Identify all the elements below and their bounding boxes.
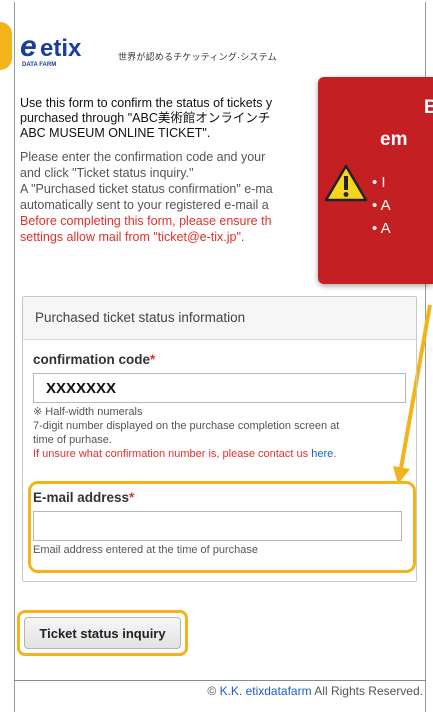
footer-copyright: © K.K. etixdatafarm All Rights Reserved. xyxy=(207,684,423,698)
intro-line: purchased through "ABC美術館オンラインチ xyxy=(20,111,271,125)
mail-settings-warning: Before completing this form, please ensu… xyxy=(20,214,272,228)
warning-triangle-icon xyxy=(324,164,368,202)
callout-bullet: I xyxy=(372,171,391,194)
confirmation-code-label-text: confirmation code xyxy=(33,352,151,367)
logo-subtext: DATA FARM xyxy=(22,62,56,68)
svg-text:e: e xyxy=(20,30,37,63)
confirmation-code-input[interactable] xyxy=(33,373,406,403)
instruction-line: Please enter the confirmation code and y… xyxy=(20,150,266,164)
logo-wordmark: etix xyxy=(40,35,82,62)
corner-highlight-badge xyxy=(0,22,12,70)
submit-highlight-box: Ticket status inquiry xyxy=(17,610,188,656)
intro-line: Use this form to confirm the status of t… xyxy=(20,96,273,110)
company-link[interactable]: K.K. etixdatafarm xyxy=(220,684,312,698)
code-help-description: 7-digit number displayed on the purchase… xyxy=(33,420,340,432)
ticket-status-inquiry-button[interactable]: Ticket status inquiry xyxy=(24,617,181,649)
code-help-contact-text: If unsure what confirmation number is, p… xyxy=(33,448,312,460)
code-help-contact-suffix: . xyxy=(333,448,337,460)
callout-title: em xyxy=(380,129,408,150)
warning-callout: B em I A A xyxy=(318,77,433,284)
email-highlight-box xyxy=(28,481,416,573)
panel-heading: Purchased ticket status information xyxy=(23,297,416,340)
required-mark: * xyxy=(150,352,156,367)
instruction-line: A "Purchased ticket status confirmation"… xyxy=(20,182,273,196)
code-help-numerals: ※ Half-width numerals xyxy=(33,406,143,418)
callout-bullets: I A A xyxy=(372,171,391,240)
copyright-suffix: All Rights Reserved. xyxy=(311,684,423,698)
confirmation-code-label: confirmation code* xyxy=(33,352,155,367)
header-tagline: 世界が認めるチケッティング·システム xyxy=(118,52,277,62)
callout-title: B xyxy=(424,97,433,118)
mail-settings-warning: settings allow mail from "ticket@e-tix.j… xyxy=(20,230,245,244)
callout-bullet: A xyxy=(372,217,391,240)
intro-line: ABC MUSEUM ONLINE TICKET". xyxy=(20,126,211,140)
footer-divider xyxy=(14,680,426,681)
callout-bullet: A xyxy=(372,194,391,217)
etix-logo: e etix DATA FARM xyxy=(20,30,82,68)
instruction-line: automatically sent to your registered e-… xyxy=(20,198,269,212)
code-help-description: time of purhase. xyxy=(33,434,112,446)
instructions-text: Please enter the confirmation code and y… xyxy=(20,149,340,245)
copyright-prefix: © xyxy=(207,684,220,698)
intro-text: Use this form to confirm the status of t… xyxy=(20,96,320,141)
contact-here-link[interactable]: here xyxy=(311,448,333,460)
instruction-line: and click "Ticket status inquiry." xyxy=(20,166,194,180)
code-help-contact: If unsure what confirmation number is, p… xyxy=(33,447,336,461)
